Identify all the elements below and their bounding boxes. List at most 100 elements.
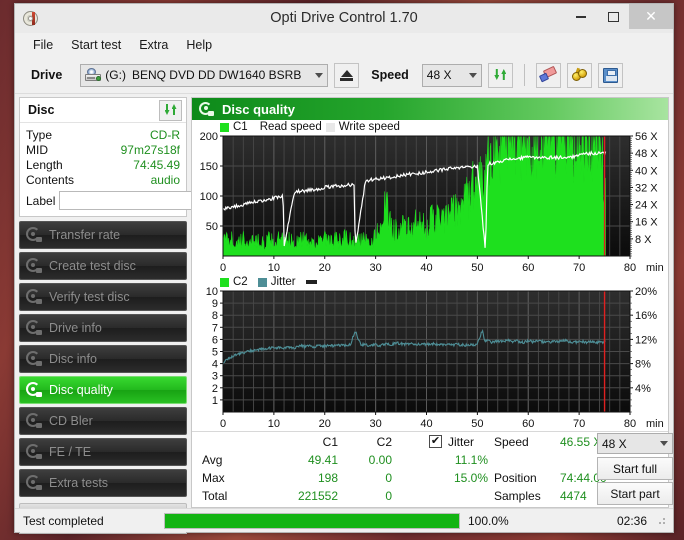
legend-swatch-extra: [305, 280, 317, 284]
scan-settings-button[interactable]: [566, 62, 592, 88]
svg-text:8: 8: [212, 310, 218, 322]
disc-row-key: Length: [26, 157, 63, 172]
toolbar: Drive (G:) BENQ DVD DD DW1640 BSRB Speed …: [15, 57, 673, 94]
stats-row-label-total: Total: [202, 489, 228, 503]
toolbar-divider: [523, 64, 525, 86]
disc-panel-title: Disc: [28, 103, 55, 117]
sidebar-item-label: Drive info: [49, 321, 102, 335]
status-bar: Test completed 100.0% 02:36: [15, 508, 673, 532]
drive-letter: (G:): [105, 68, 126, 82]
sidebar-item-cd-bler[interactable]: CD Bler: [19, 407, 187, 435]
svg-text:4%: 4%: [635, 383, 651, 395]
stats-panel: C1 C2 ✔ Jitter Avg 49.41 0.00 11.1% Max …: [192, 431, 673, 507]
stats-total-c2: 0: [385, 489, 392, 503]
svg-text:200: 200: [200, 132, 218, 143]
minimize-button[interactable]: [565, 4, 597, 29]
svg-text:9: 9: [212, 298, 218, 310]
close-button[interactable]: ✕: [629, 4, 673, 29]
sidebar-item-drive-info[interactable]: Drive info: [19, 314, 187, 342]
stats-header-c1: C1: [322, 435, 338, 449]
stats-max-c1: 198: [317, 471, 338, 485]
scan-icon: [26, 227, 42, 243]
sidebar-item-disc-info[interactable]: Disc info: [19, 345, 187, 373]
disc-panel-header: Disc: [20, 98, 186, 123]
c2-plot[interactable]: 123456789104%8%12%16%20%0 10 20 30 40 50 60 70 8…: [192, 287, 668, 431]
sidebar-item-transfer-rate[interactable]: Transfer rate: [19, 221, 187, 249]
scan-icon: [26, 444, 42, 460]
stats-samples-key: Samples: [494, 489, 541, 503]
refresh-button[interactable]: [487, 62, 513, 88]
disc-row-key: MID: [26, 142, 48, 157]
scan-icon: [26, 351, 42, 367]
resize-grip[interactable]: [657, 516, 667, 526]
svg-text:50: 50: [206, 221, 218, 233]
erase-disc-button[interactable]: [535, 62, 561, 88]
jitter-checkbox[interactable]: ✔: [429, 435, 442, 448]
sidebar-item-fe-te[interactable]: FE / TE: [19, 438, 187, 466]
svg-text:10: 10: [268, 262, 280, 274]
save-button[interactable]: [597, 62, 623, 88]
c1-plot[interactable]: 50 100 150 200 8 X 16 X 24 X 32 X 40 X 48 X 56 X 0 1…: [192, 132, 668, 275]
sidebar-item-verify-test-disc[interactable]: Verify test disc: [19, 283, 187, 311]
start-part-button[interactable]: Start part: [597, 482, 673, 505]
legend-swatch-jitter: [257, 277, 267, 287]
sidebar-item-disc-quality[interactable]: Disc quality: [19, 376, 187, 404]
disc-row-mid: MID 97m27s18f: [26, 142, 180, 157]
c2-jitter-chart: C2 Jitter 1 2 3 4 5 6 7 8 9 10 4% 8% 12% 16% 20% 0 10 20 3…: [192, 275, 668, 431]
maximize-icon: [607, 11, 619, 22]
svg-text:40: 40: [420, 262, 432, 274]
drive-select[interactable]: (G:) BENQ DVD DD DW1640 BSRB: [80, 63, 329, 87]
scan-icon: [26, 320, 42, 336]
chevron-down-icon: [660, 441, 668, 446]
svg-text:6: 6: [212, 334, 218, 346]
gold-discs-icon: [571, 67, 588, 83]
menu-start-test[interactable]: Start test: [63, 35, 129, 55]
svg-text:50: 50: [471, 262, 483, 274]
start-full-button[interactable]: Start full: [597, 457, 673, 480]
sidebar-item-create-test-disc[interactable]: Create test disc: [19, 252, 187, 280]
eject-icon: [340, 69, 353, 77]
drive-icon: [85, 68, 102, 82]
menu-help[interactable]: Help: [178, 35, 220, 55]
stats-max-c2: 0: [385, 471, 392, 485]
svg-text:70: 70: [573, 418, 585, 430]
main-body: Disc Type CD-R MID 97m27s18f Length 74:4…: [15, 94, 673, 534]
svg-text:40 X: 40 X: [635, 165, 658, 177]
eject-button[interactable]: [334, 62, 360, 88]
svg-text:50: 50: [471, 418, 483, 430]
sidebar-item-label: Transfer rate: [49, 228, 121, 242]
eraser-icon: [538, 65, 557, 83]
svg-text:24 X: 24 X: [635, 200, 658, 212]
scan-icon: [26, 475, 42, 491]
scan-speed-select[interactable]: 48 X: [597, 433, 673, 454]
svg-text:48 X: 48 X: [635, 148, 658, 160]
maximize-button[interactable]: [597, 4, 629, 29]
sidebar-item-extra-tests[interactable]: Extra tests: [19, 469, 187, 497]
stats-header-jitter: Jitter: [448, 435, 475, 449]
disc-row-value: 74:45.49: [133, 157, 180, 172]
legend-swatch-c2: [220, 277, 229, 287]
svg-text:16 X: 16 X: [635, 217, 658, 229]
svg-text:0: 0: [220, 262, 226, 274]
menu-file[interactable]: File: [25, 35, 61, 55]
disc-info-rows: Type CD-R MID 97m27s18f Length 74:45.49 …: [20, 123, 263, 216]
content-panel: Disc quality C1 Read speed Write speed 5…: [191, 97, 673, 508]
svg-text:30: 30: [370, 262, 382, 274]
disc-row-type: Type CD-R: [26, 127, 180, 142]
svg-text:5: 5: [212, 347, 218, 359]
progress-bar: [164, 512, 460, 529]
stats-row-label-max: Max: [202, 471, 225, 485]
scan-speed-value: 48 X: [602, 436, 627, 451]
status-text: Test completed: [23, 513, 104, 528]
svg-text:80: 80: [624, 262, 636, 274]
progress-percent: 100.0%: [468, 513, 509, 528]
minimize-icon: [576, 15, 586, 18]
disc-refresh-button[interactable]: [159, 99, 182, 121]
svg-text:60: 60: [522, 262, 534, 274]
menu-extra[interactable]: Extra: [131, 35, 176, 55]
disc-row-value: 97m27s18f: [120, 142, 180, 157]
stats-header-c2: C2: [376, 435, 392, 449]
svg-text:12%: 12%: [635, 334, 657, 346]
speed-select[interactable]: 48 X: [421, 63, 482, 87]
c1-chart: C1 Read speed Write speed 50 100 150 200 8 X…: [192, 120, 668, 275]
